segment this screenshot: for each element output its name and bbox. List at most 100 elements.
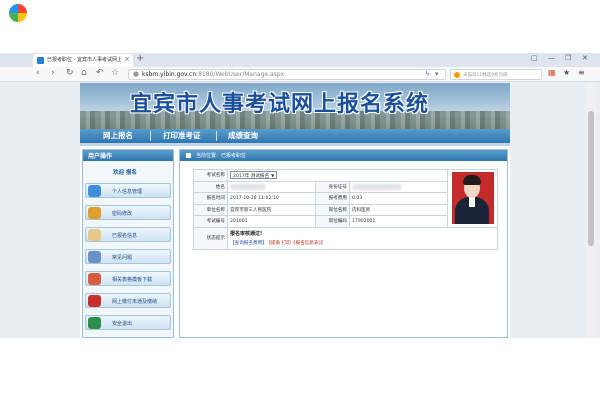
scrollbar-thumb[interactable] bbox=[588, 111, 594, 246]
favorite-button[interactable]: ☆ bbox=[111, 68, 119, 78]
photo-collar bbox=[469, 197, 476, 207]
id-number-label: 身份证号 bbox=[315, 180, 350, 193]
close-window-button[interactable]: ✕ bbox=[582, 54, 588, 62]
nav-score-query[interactable]: 成绩查询 bbox=[228, 130, 258, 141]
menu-icon[interactable]: ≡ bbox=[578, 68, 585, 77]
employer-label: 单位名称 bbox=[193, 203, 228, 216]
site-title: 宜宾市人事考试网上报名系统 bbox=[130, 91, 430, 117]
position-value: 内科医师 bbox=[348, 203, 449, 216]
location-icon bbox=[186, 153, 191, 158]
breadcrumb: 当前位置：已报考职位 bbox=[196, 153, 247, 159]
employer-value: 宜宾市第三人民医院 bbox=[227, 203, 316, 216]
home-button[interactable]: ⌂ bbox=[81, 68, 87, 78]
status-message: 报名审核通过! bbox=[230, 231, 263, 237]
new-tab-button[interactable]: + bbox=[136, 53, 144, 64]
tab-active[interactable]: 已报考职位 - 宜宾市人事考试网上报名系统 × bbox=[33, 54, 133, 67]
search-placeholder: 天猫双11精选9折包邮 bbox=[463, 73, 508, 78]
sidebar-header: 用户操作 bbox=[83, 150, 173, 161]
web-page: 宜宾市人事考试网上报名系统 网上报名 打印准考证 成绩查询 用户操作 欢迎 报名… bbox=[80, 83, 510, 338]
registration-time-value: 2017-10-28 11:02:10 bbox=[227, 192, 316, 205]
back-button[interactable]: ‹ bbox=[36, 68, 40, 78]
content-panel: 当前位置：已报考职位 考试名称 2017年 测试报名 ▼ 姓名 身份证号 报名时… bbox=[179, 149, 508, 338]
browser-window: 已报考职位 - 宜宾市人事考试网上报名系统 × + ▢ — ❐ ✕ ‹ › ↻ … bbox=[0, 53, 600, 338]
page-scrollbar[interactable] bbox=[586, 83, 596, 338]
nav-online-registration[interactable]: 网上报名 bbox=[103, 130, 133, 141]
exam-number-value: 201001 bbox=[227, 215, 316, 228]
apps-icon[interactable]: ▦ bbox=[548, 68, 556, 77]
sidebar: 用户操作 欢迎 报名 个人信息管理 密码修改 已报名信息 常见问题 相关表格模板… bbox=[82, 149, 174, 338]
fee-value: 0.03 bbox=[348, 192, 449, 205]
lightning-icon[interactable]: ϟ bbox=[425, 70, 430, 78]
sidebar-item-faq[interactable]: 常见问题 bbox=[85, 249, 171, 264]
address-bar[interactable]: ● ksbm.yibin.gov.cn:8180/WebUser/Manage.… bbox=[128, 69, 446, 80]
tab-title: 已报考职位 - 宜宾市人事考试网上报名系统 bbox=[47, 57, 121, 63]
sidebar-item-label: 常见问题 bbox=[112, 255, 133, 261]
main-nav: 网上报名 打印准考证 成绩查询 bbox=[80, 129, 510, 143]
exam-cell: 2017年 测试报名 ▼ bbox=[226, 169, 449, 182]
sidebar-item-change-password[interactable]: 密码修改 bbox=[85, 205, 171, 220]
nav-print-admission-ticket[interactable]: 打印准考证 bbox=[163, 130, 201, 141]
payment-icon bbox=[88, 295, 101, 307]
search-engine-icon bbox=[454, 72, 460, 78]
favicon-icon bbox=[37, 57, 44, 64]
sidebar-header-label: 用户操作 bbox=[88, 153, 113, 160]
position-label: 岗位名称 bbox=[315, 203, 350, 216]
document-icon bbox=[88, 229, 101, 241]
restore-button[interactable]: ❐ bbox=[565, 54, 571, 62]
status-cell: 报名审核通过! 【查询报名费用】 【提备 打印《报名信息表》】 bbox=[226, 226, 499, 250]
browser-logo-icon bbox=[7, 2, 29, 24]
photo-cell bbox=[447, 169, 499, 228]
sidebar-item-label: 相关表格模板下载 bbox=[112, 277, 153, 283]
address-path: :8180/WebUser/Manage.aspx bbox=[196, 71, 285, 78]
undo-button[interactable]: ↶ bbox=[96, 68, 104, 78]
sidebar-item-online-payment[interactable]: 网上缴付未通及缴纳 bbox=[85, 293, 171, 308]
sidebar-item-logout[interactable]: 安全退出 bbox=[85, 315, 171, 330]
sidebar-item-registration-info[interactable]: 已报名信息 bbox=[85, 227, 171, 242]
window-menu-icon[interactable]: ▢ bbox=[531, 54, 538, 62]
sidebar-item-label: 安全退出 bbox=[112, 321, 133, 327]
nav-underline bbox=[80, 143, 510, 146]
logout-icon bbox=[88, 317, 101, 329]
sidebar-item-label: 网上缴付未通及缴纳 bbox=[112, 299, 158, 305]
download-icon bbox=[88, 273, 101, 285]
page-info-icon: ● bbox=[133, 70, 140, 78]
minimize-button[interactable]: — bbox=[548, 54, 555, 62]
redacted-id-number bbox=[352, 183, 402, 190]
nav-divider bbox=[216, 131, 217, 141]
status-links: 【查询报名费用】 【提备 打印《报名信息表》】 bbox=[230, 240, 495, 246]
navigation-bar: ‹ › ↻ ⌂ ↶ ☆ ● ksbm.yibin.gov.cn:8180/Web… bbox=[0, 67, 600, 82]
redacted-name bbox=[230, 183, 266, 190]
exam-number-label: 考试编号 bbox=[193, 215, 228, 228]
print-registration-form-link[interactable]: 【提备 打印《报名信息表》】 bbox=[269, 241, 326, 246]
sidebar-item-form-downloads[interactable]: 相关表格模板下载 bbox=[85, 271, 171, 286]
nav-divider bbox=[150, 131, 151, 141]
position-code-value: 17902001 bbox=[348, 215, 449, 228]
welcome-text: 欢迎 报名 bbox=[113, 170, 137, 176]
forward-button[interactable]: › bbox=[51, 68, 55, 78]
sidebar-item-label: 密码修改 bbox=[112, 211, 133, 217]
reload-button[interactable]: ↻ bbox=[66, 68, 74, 78]
exam-select[interactable]: 2017年 测试报名 ▼ bbox=[230, 171, 278, 180]
registration-info-table: 考试名称 2017年 测试报名 ▼ 姓名 身份证号 报名时间 2017-10-2… bbox=[193, 169, 499, 250]
name-value bbox=[227, 180, 316, 193]
query-fee-link[interactable]: 【查询报名费用】 bbox=[230, 241, 267, 246]
tab-close-icon[interactable]: × bbox=[124, 55, 130, 63]
bookmark-star-icon[interactable]: ★ bbox=[563, 68, 570, 77]
address-dropdown-icon[interactable]: ▾ bbox=[435, 70, 439, 78]
search-box[interactable]: 天猫双11精选9折包邮 bbox=[450, 69, 542, 80]
breadcrumb-bar: 当前位置：已报考职位 bbox=[180, 150, 507, 161]
exam-label: 考试名称 bbox=[193, 169, 228, 182]
photo-hair bbox=[463, 175, 482, 185]
sidebar-item-label: 个人信息管理 bbox=[112, 189, 143, 195]
id-number-value bbox=[348, 180, 449, 193]
applicant-photo bbox=[452, 172, 495, 224]
sidebar-item-personal-info[interactable]: 个人信息管理 bbox=[85, 183, 171, 198]
magnifier-icon bbox=[88, 251, 101, 263]
tab-strip: 已报考职位 - 宜宾市人事考试网上报名系统 × + ▢ — ❐ ✕ bbox=[0, 53, 600, 67]
fee-label: 报考费用 bbox=[315, 192, 350, 205]
exam-select-value: 2017年 测试报名 bbox=[233, 174, 270, 180]
sidebar-item-label: 已报名信息 bbox=[112, 233, 138, 239]
position-code-label: 岗位编码 bbox=[315, 215, 350, 228]
chevron-down-icon: ▼ bbox=[271, 173, 275, 179]
user-icon bbox=[88, 185, 101, 197]
